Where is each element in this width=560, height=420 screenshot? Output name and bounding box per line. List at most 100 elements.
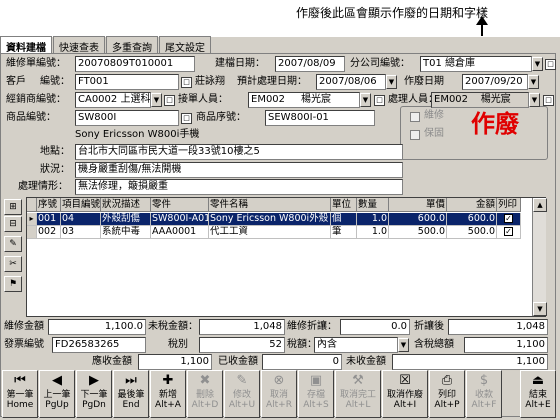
receiver-dropdown-icon[interactable]: ▼ [360,93,371,107]
tax-type-dropdown-icon[interactable]: ▼ [398,338,409,352]
repair-amt-field[interactable]: 1,100.0 [48,319,146,335]
exit-icon: ⏏ [531,373,545,388]
col-desc: 狀況描述 [101,198,151,212]
branch-dropdown-icon[interactable]: ▼ [532,57,543,71]
button-label: 新增 [158,390,177,400]
unvoid-icon: ☒ [399,373,411,388]
exit-button[interactable]: ⏏ 結束 Alt+E [520,370,556,418]
plan-date-field[interactable]: 2007/08/06 [316,74,386,90]
handler-dropdown-icon[interactable]: ▼ [529,93,540,107]
plan-date-dropdown-icon[interactable]: ▼ [386,75,397,89]
branch-lookup-icon[interactable]: □ [545,59,556,70]
col-unit: 單位 [331,198,357,212]
receiver-field[interactable]: EM002 楊光宸 [248,92,360,108]
cancel-icon: ⊗ [273,373,285,388]
prev-record-button[interactable]: ◀ 上一筆 PgUp [39,370,75,418]
process-label: 處理情形： [18,181,68,192]
status-field[interactable]: 機身嚴重刮傷/無法開機 [75,162,403,178]
tab-quick-lookup[interactable]: 快速查表 [53,36,105,54]
repair-checkbox[interactable] [410,112,420,122]
process-field[interactable]: 無法修理，簸損嚴重 [75,179,403,195]
repair-no-label: 維修單編號： [6,58,66,69]
customer-no-label: 編號： [40,76,70,87]
button-label: 取消完工 [339,390,376,400]
grid-row[interactable]: ▸ 001 04 外殼刮傷 SW800I-A01 Sony Ericsson W… [27,213,521,226]
unreceived-field[interactable]: 1,100 [392,354,548,370]
build-date-field[interactable]: 2007/08/09 [275,56,345,72]
save-button[interactable]: ▣ 存檔 Alt+S [298,370,334,418]
tax-type-field[interactable]: 內含 [314,337,398,353]
invoice-label: 發票編號 [4,339,44,350]
cell-unit: 個 [331,213,357,226]
tab-footer-settings[interactable]: 尾文設定 [159,36,211,54]
scroll-down-icon[interactable]: ▼ [533,302,547,316]
discount-field[interactable]: 0.0 [340,319,410,335]
print-checkbox[interactable]: ✓ [504,214,513,223]
invoice-field[interactable]: FD26583265 [52,337,146,353]
after-disc-field[interactable]: 1,048 [448,319,548,335]
total-label: 含稅總額 [414,339,454,350]
grid-filter-icon[interactable]: ⚑ [4,276,22,292]
customer-no-field[interactable]: FT001 [75,74,179,90]
cell-unit: 筆 [331,226,357,239]
grid-tool-icon[interactable]: ✂ [4,256,22,272]
last-record-button[interactable]: ⏭ 最後筆 End [113,370,149,418]
serial-field[interactable]: SEW800I-01 [265,110,375,126]
product-field[interactable]: SW800I [75,110,179,126]
uncomplete-button[interactable]: ⚒ 取消完工 Alt+L [335,370,381,418]
scroll-up-icon[interactable]: ▲ [533,198,547,212]
grid-scrollbar[interactable]: ▲ ▼ [532,198,547,316]
receiver-lookup-icon[interactable]: □ [374,95,385,106]
warranty-checkbox[interactable] [410,130,420,140]
tab-data-entry[interactable]: 資料建檔 [0,36,52,54]
save-icon: ▣ [309,373,323,388]
cell-print: ✓ [497,213,521,226]
print-button[interactable]: ⎙ 列印 Alt+P [429,370,465,418]
tax-label: 稅別 [168,339,188,350]
next-record-button[interactable]: ▶ 下一筆 PgDn [76,370,112,418]
row-header-cell [27,198,37,212]
dealer-field[interactable]: CA0002 上選科 [75,92,151,108]
handler-lookup-icon[interactable]: □ [543,95,554,106]
dealer-lookup-icon[interactable]: □ [164,95,175,106]
add-button[interactable]: ✚ 新增 Alt+A [150,370,186,418]
repair-no-field[interactable]: 20070809T010001 [75,56,195,72]
void-date-field[interactable]: 2007/09/20 [462,74,528,90]
delete-button[interactable]: ✖ 刪除 Alt+D [187,370,223,418]
col-print: 列印 [497,198,521,212]
button-shortcut: Home [6,400,34,410]
warranty-check-label: 保固 [424,128,444,139]
void-date-dropdown-icon[interactable]: ▼ [528,75,539,89]
cancel-button[interactable]: ⊗ 取消 Alt+R [261,370,297,418]
product-lookup-icon[interactable]: □ [181,113,192,124]
first-record-button[interactable]: ⏮ 第一筆 Home [2,370,38,418]
col-price: 單價 [389,198,447,212]
received-field[interactable]: 0 [262,354,342,370]
cell-item: 03 [61,226,101,239]
dealer-dropdown-icon[interactable]: ▼ [151,93,162,107]
pretax-field[interactable]: 1,048 [199,319,285,335]
branch-field[interactable]: T01 總倉庫 [420,56,532,72]
grid-row[interactable]: 002 03 系統中毒 AAA0001 代工工資 筆 1.0 500.0 500… [27,226,521,239]
receive-button[interactable]: $ 收款 Alt+F [466,370,502,418]
tax-field[interactable]: 52 [199,337,285,353]
product-name: Sony Ericsson W800i手機 [75,129,200,140]
button-shortcut: Alt+S [303,400,329,410]
grid-edit-icon[interactable]: ✎ [4,236,22,252]
total-field[interactable]: 1,100 [464,337,548,353]
customer-name: 莊詠翔 [195,76,225,87]
discount-label: 維修折讓： [287,321,337,332]
print-checkbox[interactable]: ✓ [504,227,513,236]
edit-button[interactable]: ✎ 修改 Alt+U [224,370,260,418]
receivable-field[interactable]: 1,100 [138,354,212,370]
customer-lookup-icon[interactable]: □ [181,77,192,88]
unvoid-button[interactable]: ☒ 取消作廢 Alt+I [382,370,428,418]
cell-item: 04 [61,213,101,226]
void-date-label: 作廢日期 [404,76,444,87]
tab-multi-query[interactable]: 多重查詢 [106,36,158,54]
parts-grid: 序號 項目編號 狀況描述 零件 零件名稱 單位 數量 單價 金額 列印 ▸ 00… [26,197,547,317]
grid-insert-icon[interactable]: ⊞ [4,199,22,215]
unreceived-label: 未收金額 [346,356,386,367]
address-field[interactable]: 台北市大同區市民大道一段33號10樓之5 [75,144,403,160]
grid-delete-icon[interactable]: ⊟ [4,216,22,232]
